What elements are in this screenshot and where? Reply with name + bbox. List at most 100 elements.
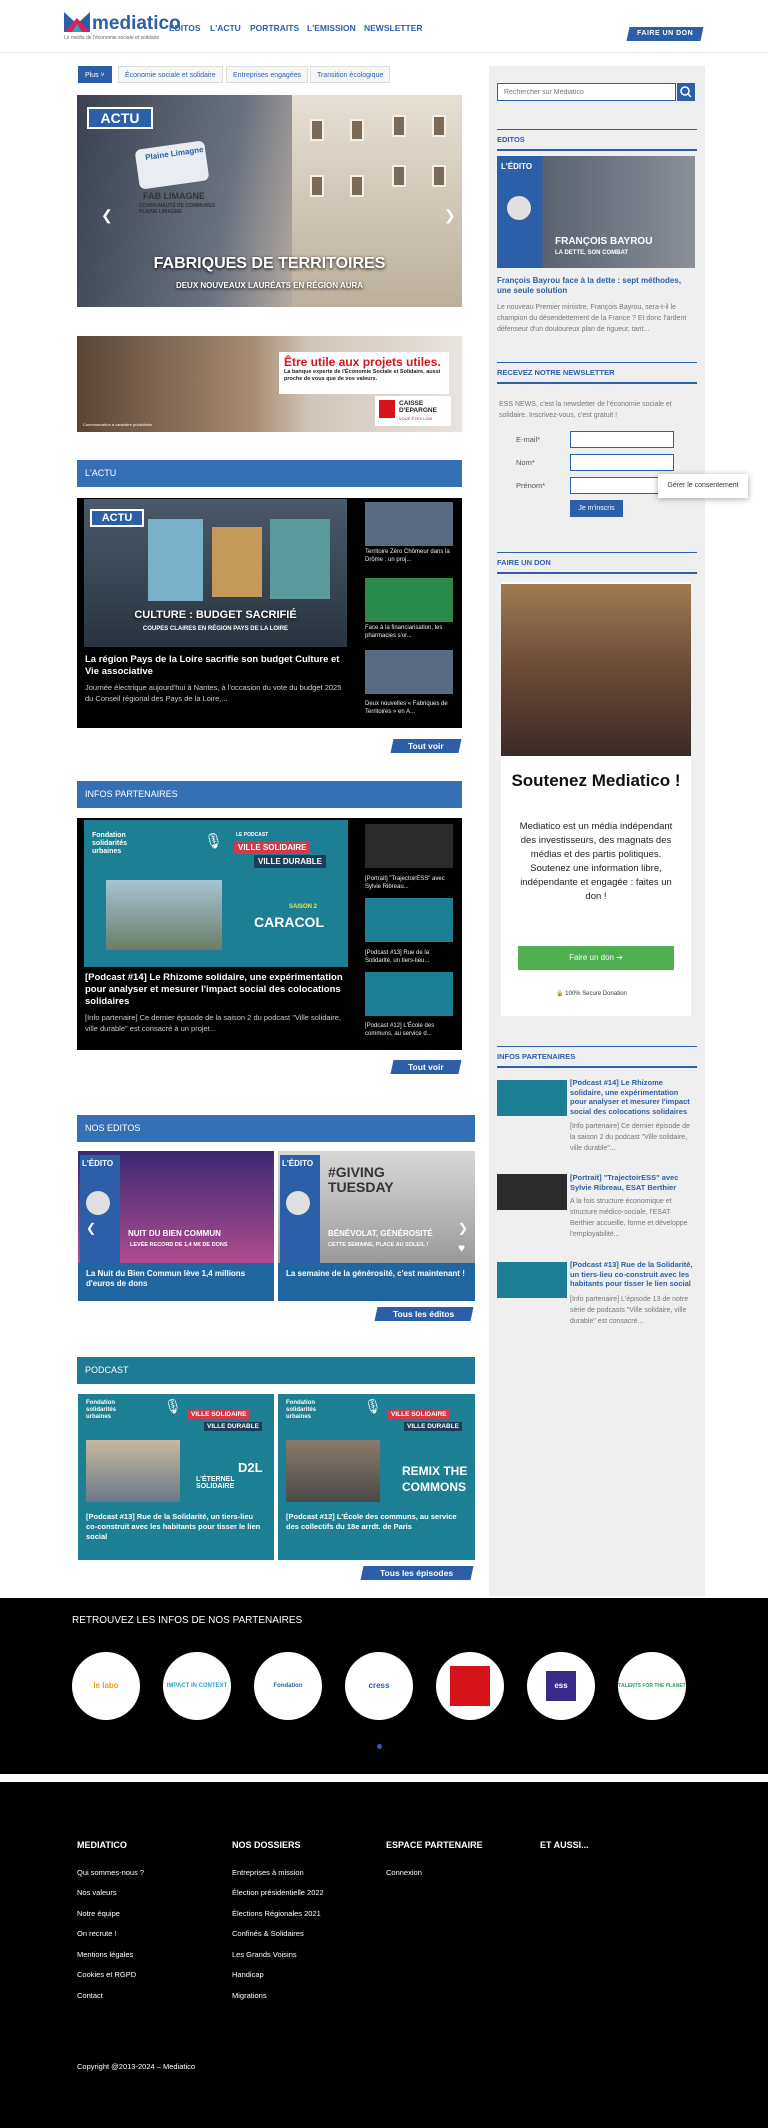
edito-card-1[interactable]: L'ÉDITO NUIT DU BIEN COMMUN LEVÉE RECORD…	[78, 1151, 274, 1301]
logo-text[interactable]: mediatico	[92, 13, 181, 35]
footer-link[interactable]: Confinés & Solidaires	[232, 1929, 304, 1938]
partner-logo-lelabo[interactable]: le labo	[72, 1652, 140, 1720]
partners-side-title-2[interactable]: [Podcast #13] Rue de la Solidarité, un t…	[365, 949, 453, 965]
sidebar-partners-header[interactable]: INFOS PARTENAIRES	[497, 1046, 697, 1068]
search-input[interactable]	[497, 83, 676, 101]
partner-logo-fondation[interactable]: Fondation	[254, 1652, 322, 1720]
footer-link[interactable]: Entreprises à mission	[232, 1868, 304, 1877]
footer-link[interactable]: Élections Régionales 2021	[232, 1909, 321, 1918]
sidebar-partner-title-1[interactable]: [Podcast #14] Le Rhizome solidaire, une …	[570, 1078, 695, 1116]
footer-link[interactable]: Contact	[77, 1991, 103, 2000]
carousel-dot[interactable]	[377, 1744, 382, 1749]
tab-entreprises[interactable]: Entreprises engagées	[226, 66, 309, 83]
podcast-card-2[interactable]: Fondation solidarités urbaines 🎙 VILLE S…	[278, 1394, 475, 1560]
sidebar-editos-header[interactable]: EDITOS	[497, 129, 697, 151]
podcast-mic-icon-1: 🎙	[164, 1398, 182, 1414]
partner-logo-caisse-epargne[interactable]	[436, 1652, 504, 1720]
partners-badge-2: VILLE DURABLE	[254, 855, 326, 868]
sidebar-partner-title-2[interactable]: [Portrait] "TrajectoirESS" avec Sylvie R…	[570, 1173, 695, 1192]
actu-side-image-2[interactable]	[365, 578, 453, 622]
actu-see-all-button[interactable]: Tout voir	[390, 739, 462, 753]
partners-side-image-3[interactable]	[365, 972, 453, 1016]
logo-icon[interactable]	[64, 10, 90, 32]
podcast-mic-icon-2: 🎙	[364, 1398, 382, 1414]
sidebar-edito-title[interactable]: François Bayrou face à la dette : sept m…	[497, 276, 695, 296]
sidebar-newsletter-header[interactable]: RECEVEZ NOTRE NEWSLETTER	[497, 362, 697, 384]
partner-logo-ess[interactable]: ess	[527, 1652, 595, 1720]
actu-side-title-3[interactable]: Deux nouvelles « Fabriques de Territoire…	[365, 700, 453, 716]
sidebar-edito-image[interactable]: L'ÉDITO FRANÇOIS BAYROU LA DETTE, SON CO…	[497, 156, 695, 268]
partners-title[interactable]: [Podcast #14] Le Rhizome solidaire, une …	[85, 972, 347, 1008]
section-header-editos[interactable]: NOS EDITOS	[77, 1115, 475, 1142]
editos-see-all-button[interactable]: Tous les éditos	[374, 1307, 474, 1321]
editos-next-icon[interactable]: ❯	[458, 1221, 468, 1235]
slider-next-icon[interactable]: ❯	[444, 207, 456, 224]
actu-side-title-1[interactable]: Territoire Zéro Chômeur dans la Drôme : …	[365, 548, 453, 564]
actu-tag: ACTU	[90, 509, 144, 527]
section-header-partners[interactable]: INFOS PARTENAIRES	[77, 781, 462, 808]
hero-title[interactable]: FABRIQUES DE TERRITOIRES	[77, 255, 462, 273]
podcast-title-2[interactable]: [Podcast #12] L'École des communs, au se…	[286, 1512, 466, 1532]
donate-header-button[interactable]: FAIRE UN DON	[626, 27, 704, 41]
search-button[interactable]	[677, 83, 695, 101]
podcast-see-all-button[interactable]: Tous les épisodes	[360, 1566, 474, 1580]
footer-link[interactable]: Handicap	[232, 1970, 264, 1979]
edito-img-title-2: BÉNÉVOLAT, GÉNÉROSITÉ	[328, 1229, 433, 1238]
nav-newsletter[interactable]: NEWSLETTER	[364, 23, 423, 33]
search-icon	[680, 86, 692, 98]
partner-logo-impact[interactable]: IMPACT IN CONTEXT	[163, 1652, 231, 1720]
footer-link[interactable]: Les Grands Voisins	[232, 1950, 297, 1959]
nav-portraits[interactable]: PORTRAITS	[250, 23, 299, 33]
podcast-card-1[interactable]: Fondation solidarités urbaines 🎙 VILLE S…	[78, 1394, 274, 1560]
nav-emission[interactable]: L'EMISSION	[307, 23, 356, 33]
tab-ess[interactable]: Économie sociale et solidaire	[118, 66, 223, 83]
nav-actu[interactable]: L'ACTU	[210, 23, 241, 33]
actu-side-image-1[interactable]	[365, 502, 453, 546]
podcast-title-1[interactable]: [Podcast #13] Rue de la Solidarité, un t…	[86, 1512, 266, 1542]
sidebar-partner-image-2[interactable]	[497, 1174, 567, 1210]
footer-link[interactable]: Élection présidentielle 2022	[232, 1888, 324, 1897]
footer-link[interactable]: Notre équipe	[77, 1909, 120, 1918]
footer-link[interactable]: Qui sommes-nous ?	[77, 1868, 144, 1877]
newsletter-submit-button[interactable]: Je m'inscris	[570, 500, 623, 517]
edito-title-2[interactable]: La semaine de la générosité, c'est maint…	[286, 1269, 466, 1279]
partners-side-title-3[interactable]: [Podcast #12] L'École des communs, au se…	[365, 1022, 453, 1038]
nom-field[interactable]	[570, 454, 674, 471]
section-header-actu[interactable]: L'ACTU	[77, 460, 462, 487]
footer-link[interactable]: On recrute !	[77, 1929, 117, 1938]
caisse-epargne-ad[interactable]: Être utile aux projets utiles. La banque…	[77, 336, 462, 432]
tab-transition[interactable]: Transition écologique	[310, 66, 391, 83]
donate-button[interactable]: Faire un don ➔	[518, 946, 674, 970]
actu-title[interactable]: La région Pays de la Loire sacrifie son …	[85, 654, 347, 678]
sidebar-don-header[interactable]: FAIRE UN DON	[497, 552, 697, 574]
hero-slider[interactable]: Plaine Limagne FAB LIMAGNE COMMUNAUTÉ DE…	[77, 95, 462, 307]
editos-prev-icon[interactable]: ❮	[86, 1221, 96, 1235]
footer-link[interactable]: Cookies et RGPD	[77, 1970, 136, 1979]
heart-icon: ♥	[458, 1241, 466, 1255]
edito-card-2[interactable]: L'ÉDITO #GIVING TUESDAY BÉNÉVOLAT, GÉNÉR…	[278, 1151, 475, 1301]
edito-title-1[interactable]: La Nuit du Bien Commun lève 1,4 millions…	[86, 1269, 266, 1289]
tab-plus[interactable]: Plus ˅	[78, 66, 112, 83]
nav-editos[interactable]: EDITOS	[169, 23, 201, 33]
footer-link[interactable]: Nos valeurs	[77, 1888, 117, 1897]
partners-main-image[interactable]: Fondation solidarités urbaines 🎙 LE PODC…	[84, 820, 348, 967]
actu-main-image[interactable]: ACTU CULTURE : BUDGET SACRIFIÉ COUPES CL…	[84, 499, 347, 647]
actu-side-image-3[interactable]	[365, 650, 453, 694]
section-header-podcast[interactable]: PODCAST	[77, 1357, 475, 1384]
footer-link[interactable]: Migrations	[232, 1991, 267, 2000]
sidebar-partner-image-1[interactable]	[497, 1080, 567, 1116]
partners-side-image-2[interactable]	[365, 898, 453, 942]
partner-logo-cress[interactable]: cress	[345, 1652, 413, 1720]
consent-button[interactable]: Gérer le consentement	[658, 474, 748, 498]
partner-logo-talents[interactable]: TALENTS FOR THE PLANET	[618, 1652, 686, 1720]
sidebar-partner-title-3[interactable]: [Podcast #13] Rue de la Solidarité, un t…	[570, 1260, 695, 1289]
slider-prev-icon[interactable]: ❮	[101, 207, 113, 224]
sidebar-partner-image-3[interactable]	[497, 1262, 567, 1298]
partners-side-image-1[interactable]	[365, 824, 453, 868]
actu-side-title-2[interactable]: Face à la financiarisation, les pharmaci…	[365, 624, 453, 640]
footer-link[interactable]: Connexion	[386, 1868, 422, 1877]
partners-side-title-1[interactable]: [Portrait] "TrajectoirESS" avec Sylvie R…	[365, 875, 453, 891]
email-field[interactable]	[570, 431, 674, 448]
partners-see-all-button[interactable]: Tout voir	[390, 1060, 462, 1074]
footer-link[interactable]: Mentions légales	[77, 1950, 133, 1959]
